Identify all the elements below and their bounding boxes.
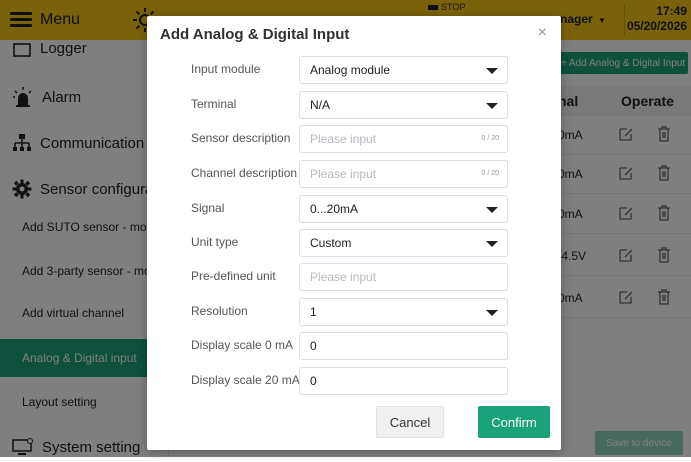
form-row-resolution: Resolution 1 <box>147 298 561 326</box>
resolution-value: 1 <box>310 305 317 319</box>
predefined-unit-input[interactable]: Please input <box>299 263 508 291</box>
form-row-display-scale-20: Display scale 20 mA 0 <box>147 367 561 395</box>
input-module-select[interactable]: Analog module <box>299 56 508 84</box>
signal-value: 0...20mA <box>310 202 359 216</box>
unit-type-select[interactable]: Custom <box>299 229 508 257</box>
unit-type-value: Custom <box>310 236 352 250</box>
resolution-select[interactable]: 1 <box>299 298 508 326</box>
channel-description-placeholder: Please input <box>310 167 377 181</box>
display-scale-20-input[interactable]: 0 <box>299 367 508 395</box>
terminal-select[interactable]: N/A <box>299 91 508 119</box>
signal-label: Signal <box>191 201 225 215</box>
char-counter: 0 / 20 <box>481 170 499 177</box>
cancel-button[interactable]: Cancel <box>376 406 444 438</box>
form-row-unit-type: Unit type Custom <box>147 229 561 257</box>
form-row-display-scale-0: Display scale 0 mA 0 <box>147 332 561 360</box>
form-row-signal: Signal 0...20mA <box>147 195 561 223</box>
display-scale-0-label: Display scale 0 mA <box>191 338 294 352</box>
unit-type-label: Unit type <box>191 235 239 249</box>
display-scale-0-value: 0 <box>310 339 317 353</box>
caret-down-icon <box>486 68 498 74</box>
channel-description-input[interactable]: Please input 0 / 20 <box>299 160 508 188</box>
display-scale-0-input[interactable]: 0 <box>299 332 508 360</box>
predefined-unit-label: Pre-defined unit <box>191 269 276 283</box>
input-module-value: Analog module <box>310 63 391 77</box>
confirm-button[interactable]: Confirm <box>478 406 550 438</box>
resolution-label: Resolution <box>191 304 248 318</box>
channel-description-label: Channel description <box>191 166 298 180</box>
caret-down-icon <box>486 207 498 213</box>
predefined-unit-placeholder: Please input <box>310 270 377 284</box>
signal-select[interactable]: 0...20mA <box>299 195 508 223</box>
caret-down-icon <box>486 241 498 247</box>
form-row-sensor-description: Sensor description Please input 0 / 20 <box>147 125 561 153</box>
form-row-channel-description: Channel description Please input 0 / 20 <box>147 160 561 188</box>
sensor-description-placeholder: Please input <box>310 132 377 146</box>
form-row-predefined-unit: Pre-defined unit Please input <box>147 263 561 291</box>
terminal-value: N/A <box>310 98 331 112</box>
caret-down-icon <box>486 310 498 316</box>
char-counter: 0 / 20 <box>481 135 499 142</box>
caret-down-icon <box>486 103 498 109</box>
add-input-dialog: Add Analog & Digital Input × Input modul… <box>147 16 561 450</box>
sensor-description-input[interactable]: Please input 0 / 20 <box>299 125 508 153</box>
display-scale-20-label: Display scale 20 mA <box>191 373 300 387</box>
sensor-description-label: Sensor description <box>191 131 291 145</box>
close-icon[interactable]: × <box>538 25 547 41</box>
terminal-label: Terminal <box>191 97 237 111</box>
display-scale-20-value: 0 <box>310 374 317 388</box>
form-row-input-module: Input module Analog module <box>147 56 561 84</box>
app-root: Menu STOP nager ▼ 17:49 05/20/2026 <box>0 0 691 457</box>
form-row-terminal: Terminal N/A <box>147 91 561 119</box>
input-module-label: Input module <box>191 62 261 76</box>
dialog-title: Add Analog & Digital Input <box>160 26 350 43</box>
